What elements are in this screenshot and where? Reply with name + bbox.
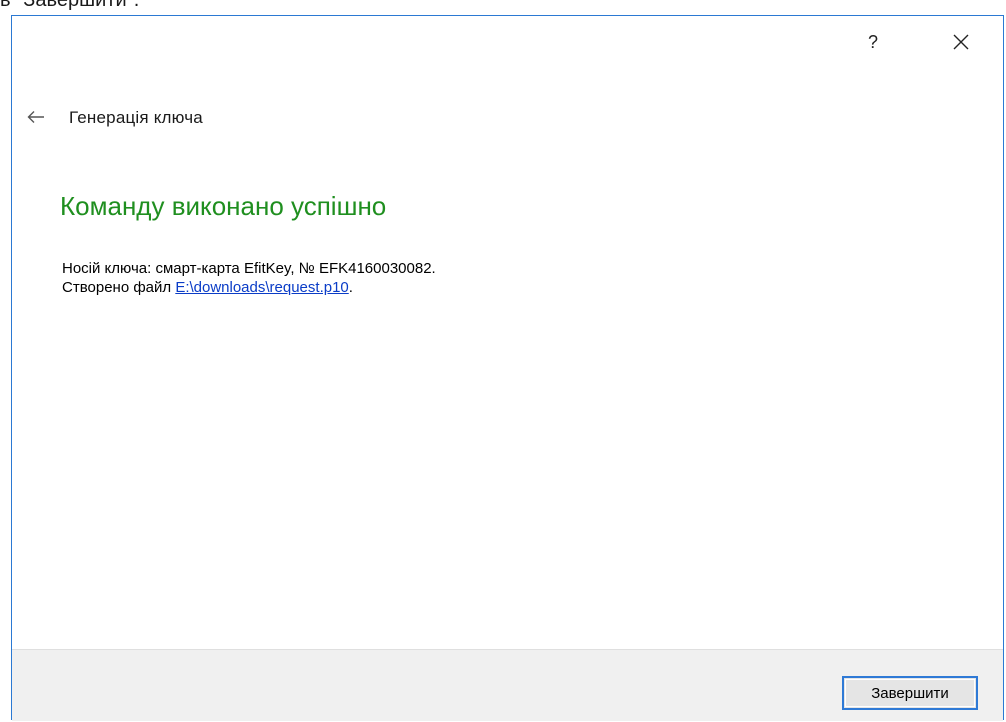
background-window-fragment: в "Завершити". bbox=[0, 0, 1006, 16]
back-arrow-icon bbox=[27, 111, 44, 123]
file-link[interactable]: E:\downloads\request.p10 bbox=[175, 279, 348, 296]
created-file-label: Створено файл bbox=[62, 279, 176, 296]
close-icon bbox=[953, 34, 969, 50]
background-text: в "Завершити". bbox=[0, 0, 140, 11]
finish-button[interactable]: Завершити bbox=[842, 676, 978, 710]
help-button[interactable]: ? bbox=[856, 26, 890, 58]
title-bar: ? bbox=[12, 16, 1003, 66]
back-button[interactable] bbox=[22, 104, 50, 130]
help-icon: ? bbox=[867, 31, 878, 52]
result-info: Носій ключа: смарт-карта EfitKey, № EFK4… bbox=[62, 259, 436, 297]
created-file-line: Створено файл E:\downloads\request.p10. bbox=[62, 278, 436, 297]
created-file-suffix: . bbox=[348, 279, 353, 296]
key-carrier-text: Носій ключа: смарт-карта EfitKey, № EFK4… bbox=[62, 260, 436, 277]
page-header: Генерація ключа bbox=[69, 108, 203, 127]
key-generation-dialog: ? Генерація ключа Команду виконано успіш… bbox=[11, 15, 1004, 721]
close-button[interactable] bbox=[944, 26, 978, 58]
success-message: Команду виконано успішно bbox=[60, 191, 387, 221]
dialog-footer: Завершити bbox=[12, 649, 1003, 721]
